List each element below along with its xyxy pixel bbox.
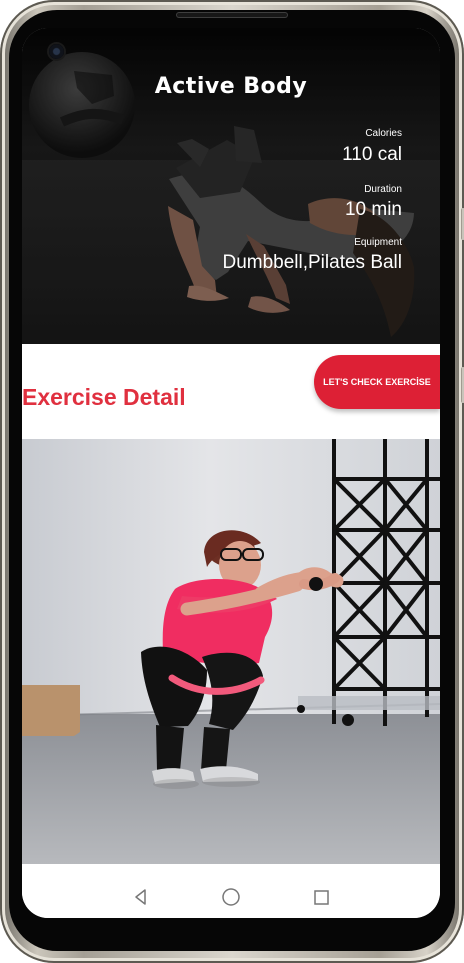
- calories-value: 110 cal: [342, 144, 402, 165]
- home-circle-icon[interactable]: [220, 886, 242, 908]
- duration-label: Duration: [364, 184, 402, 195]
- equipment-value: Dumbbell,Pilates Ball: [222, 252, 402, 273]
- android-navigation-bar: [22, 864, 440, 918]
- exercise-detail-title: Exercise Detail: [22, 384, 186, 411]
- app-title: Active Body: [154, 74, 308, 99]
- equipment-label: Equipment: [354, 237, 402, 248]
- exercise-preview-image: [22, 439, 440, 864]
- hero-section: Active Body Calories 110 cal Duration 10…: [22, 28, 440, 344]
- duration-value: 10 min: [344, 199, 402, 220]
- exercise-detail-header: Exercise Detail LET'S CHECK EXERCİSE: [22, 344, 440, 439]
- recent-apps-square-icon[interactable]: [310, 886, 332, 908]
- lets-check-exercise-button[interactable]: LET'S CHECK EXERCİSE: [314, 355, 440, 409]
- earpiece-speaker: [177, 13, 287, 17]
- phone-frame: Active Body Calories 110 cal Duration 10…: [0, 0, 464, 963]
- exercise-squat-image: [22, 439, 440, 864]
- front-camera: [49, 44, 64, 59]
- calories-label: Calories: [365, 128, 402, 139]
- app-screen: Active Body Calories 110 cal Duration 10…: [22, 28, 440, 918]
- back-triangle-icon[interactable]: [130, 886, 152, 908]
